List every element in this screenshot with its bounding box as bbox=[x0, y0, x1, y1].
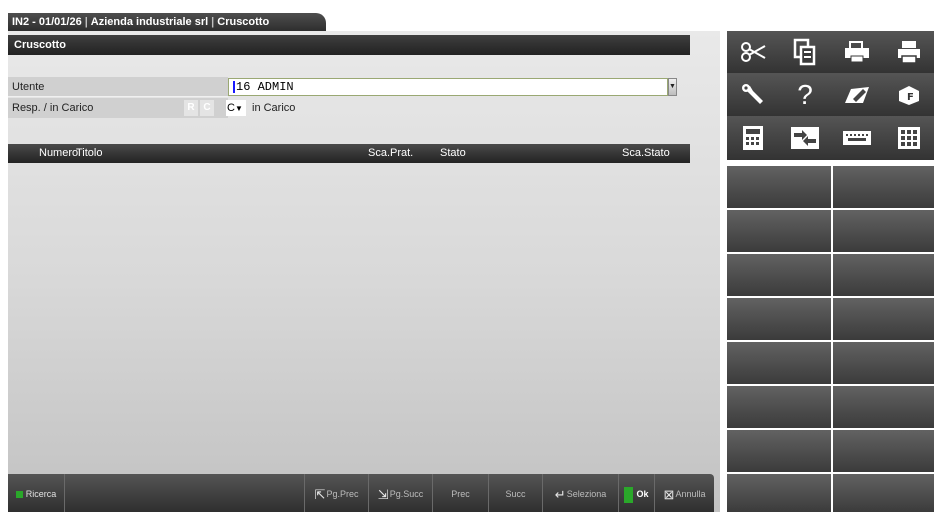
settings-button[interactable] bbox=[727, 73, 779, 116]
function-key-slot[interactable] bbox=[833, 474, 934, 512]
right-toolbar-panel: ? F bbox=[727, 31, 934, 512]
col-titolo[interactable]: Titolo bbox=[76, 144, 103, 163]
pg-prec-label: Pg.Prec bbox=[326, 489, 359, 499]
scissors-icon bbox=[741, 42, 766, 62]
page-up-icon: ⇱ bbox=[314, 486, 326, 502]
copy-button[interactable] bbox=[779, 31, 831, 73]
empty-slot bbox=[64, 474, 304, 512]
print-button[interactable] bbox=[883, 31, 934, 73]
col-sca-stato[interactable]: Sca.Stato bbox=[622, 144, 670, 163]
function-key-slot[interactable] bbox=[833, 430, 934, 472]
calculator-button[interactable] bbox=[727, 116, 779, 160]
copy-document-icon bbox=[793, 38, 816, 66]
succ-label: Succ bbox=[505, 489, 526, 499]
function-key-slot[interactable] bbox=[833, 254, 934, 296]
page-down-icon: ⇲ bbox=[377, 486, 389, 502]
printer-tray-icon bbox=[845, 41, 869, 63]
bottom-action-bar: Ricerca ⇱Pg.Prec ⇲Pg.Succ Prec Succ ↵Sel… bbox=[8, 474, 714, 512]
help-button[interactable]: ? bbox=[779, 73, 831, 116]
cancel-box-icon: ⊠ bbox=[663, 486, 675, 502]
utente-value: 16 ADMIN bbox=[236, 80, 294, 94]
function-key-slot[interactable] bbox=[727, 430, 831, 472]
calculator-icon bbox=[743, 126, 763, 150]
ok-label: Ok bbox=[636, 489, 649, 499]
annulla-label: Annulla bbox=[675, 489, 706, 499]
edit-button[interactable] bbox=[831, 73, 883, 116]
title-separator: | bbox=[211, 16, 215, 28]
col-sca-prat[interactable]: Sca.Prat. bbox=[368, 144, 413, 163]
seleziona-button[interactable]: ↵Seleziona bbox=[542, 474, 618, 512]
col-stato[interactable]: Stato bbox=[440, 144, 466, 163]
function-key-slot[interactable] bbox=[727, 298, 831, 340]
prec-button[interactable]: Prec bbox=[432, 474, 488, 512]
text-caret bbox=[233, 80, 235, 93]
resp-select-text: in Carico bbox=[252, 102, 296, 114]
chevron-down-icon: ▼ bbox=[669, 83, 676, 90]
function-button[interactable]: F bbox=[883, 73, 934, 116]
ricerca-label: Ricerca bbox=[25, 489, 57, 499]
keyboard-button[interactable] bbox=[831, 116, 883, 160]
annulla-button[interactable]: ⊠Annulla bbox=[654, 474, 714, 512]
function-key-slot[interactable] bbox=[727, 474, 831, 512]
function-key-slot[interactable] bbox=[727, 166, 831, 208]
main-panel: Cruscotto Utente 16 ADMIN ▼ Resp. / in C… bbox=[8, 31, 720, 512]
col-numero[interactable]: Numero bbox=[39, 144, 78, 163]
function-key-slot[interactable] bbox=[727, 386, 831, 428]
transfer-button[interactable] bbox=[779, 116, 831, 160]
chevron-down-icon: ▼ bbox=[234, 104, 243, 113]
function-key-slot[interactable] bbox=[727, 254, 831, 296]
menu-grid-button[interactable] bbox=[883, 116, 934, 160]
edit-pencil-icon bbox=[845, 86, 869, 103]
seleziona-label: Seleziona bbox=[566, 489, 607, 499]
print-preview-button[interactable] bbox=[831, 31, 883, 73]
enter-icon: ↵ bbox=[554, 486, 566, 502]
utente-label: Utente bbox=[8, 77, 228, 97]
wrench-icon bbox=[742, 83, 763, 104]
function-key-slot[interactable] bbox=[833, 386, 934, 428]
resp-select-value: C bbox=[227, 102, 235, 114]
resp-c-button[interactable]: C bbox=[200, 100, 214, 116]
printer-icon bbox=[897, 41, 920, 64]
table-header: Numero Titolo Sca.Prat. Stato Sca.Stato bbox=[8, 144, 690, 163]
grid-menu-icon bbox=[897, 127, 920, 149]
pg-prec-button[interactable]: ⇱Pg.Prec bbox=[304, 474, 368, 512]
transfer-arrows-icon bbox=[791, 127, 819, 149]
title-company: Azienda industriale srl bbox=[90, 16, 209, 28]
help-icon: ? bbox=[797, 78, 813, 110]
keyboard-icon bbox=[843, 131, 871, 145]
function-key-slot[interactable] bbox=[833, 166, 934, 208]
function-key-slot[interactable] bbox=[727, 342, 831, 384]
resp-select[interactable]: C▼ bbox=[226, 100, 246, 116]
resp-r-button[interactable]: R bbox=[184, 100, 198, 116]
prec-label: Prec bbox=[451, 489, 470, 499]
function-key-slot[interactable] bbox=[833, 342, 934, 384]
utente-dropdown-button[interactable]: ▼ bbox=[668, 78, 677, 96]
function-box-icon: F bbox=[898, 85, 919, 105]
green-block-icon bbox=[624, 486, 634, 503]
succ-button[interactable]: Succ bbox=[488, 474, 542, 512]
ricerca-button[interactable]: Ricerca bbox=[8, 474, 64, 512]
top-strip bbox=[0, 0, 934, 12]
title-module: Cruscotto bbox=[217, 16, 270, 28]
function-key-slot[interactable] bbox=[727, 210, 831, 252]
pg-succ-label: Pg.Succ bbox=[389, 489, 424, 499]
green-square-icon bbox=[15, 491, 23, 499]
scissors-button[interactable] bbox=[727, 31, 779, 73]
title-date: IN2 - 01/01/26 bbox=[12, 16, 82, 28]
title-separator: | bbox=[84, 16, 88, 28]
ok-button[interactable]: Ok bbox=[618, 474, 654, 512]
pg-succ-button[interactable]: ⇲Pg.Succ bbox=[368, 474, 432, 512]
window-title-tab: IN2 - 01/01/26 | Azienda industriale srl | C… bbox=[8, 13, 326, 31]
form-title: Cruscotto bbox=[8, 35, 690, 55]
function-key-slot[interactable] bbox=[833, 210, 934, 252]
utente-field[interactable]: 16 ADMIN bbox=[228, 78, 668, 96]
function-key-slot[interactable] bbox=[833, 298, 934, 340]
svg-text:F: F bbox=[907, 92, 914, 103]
